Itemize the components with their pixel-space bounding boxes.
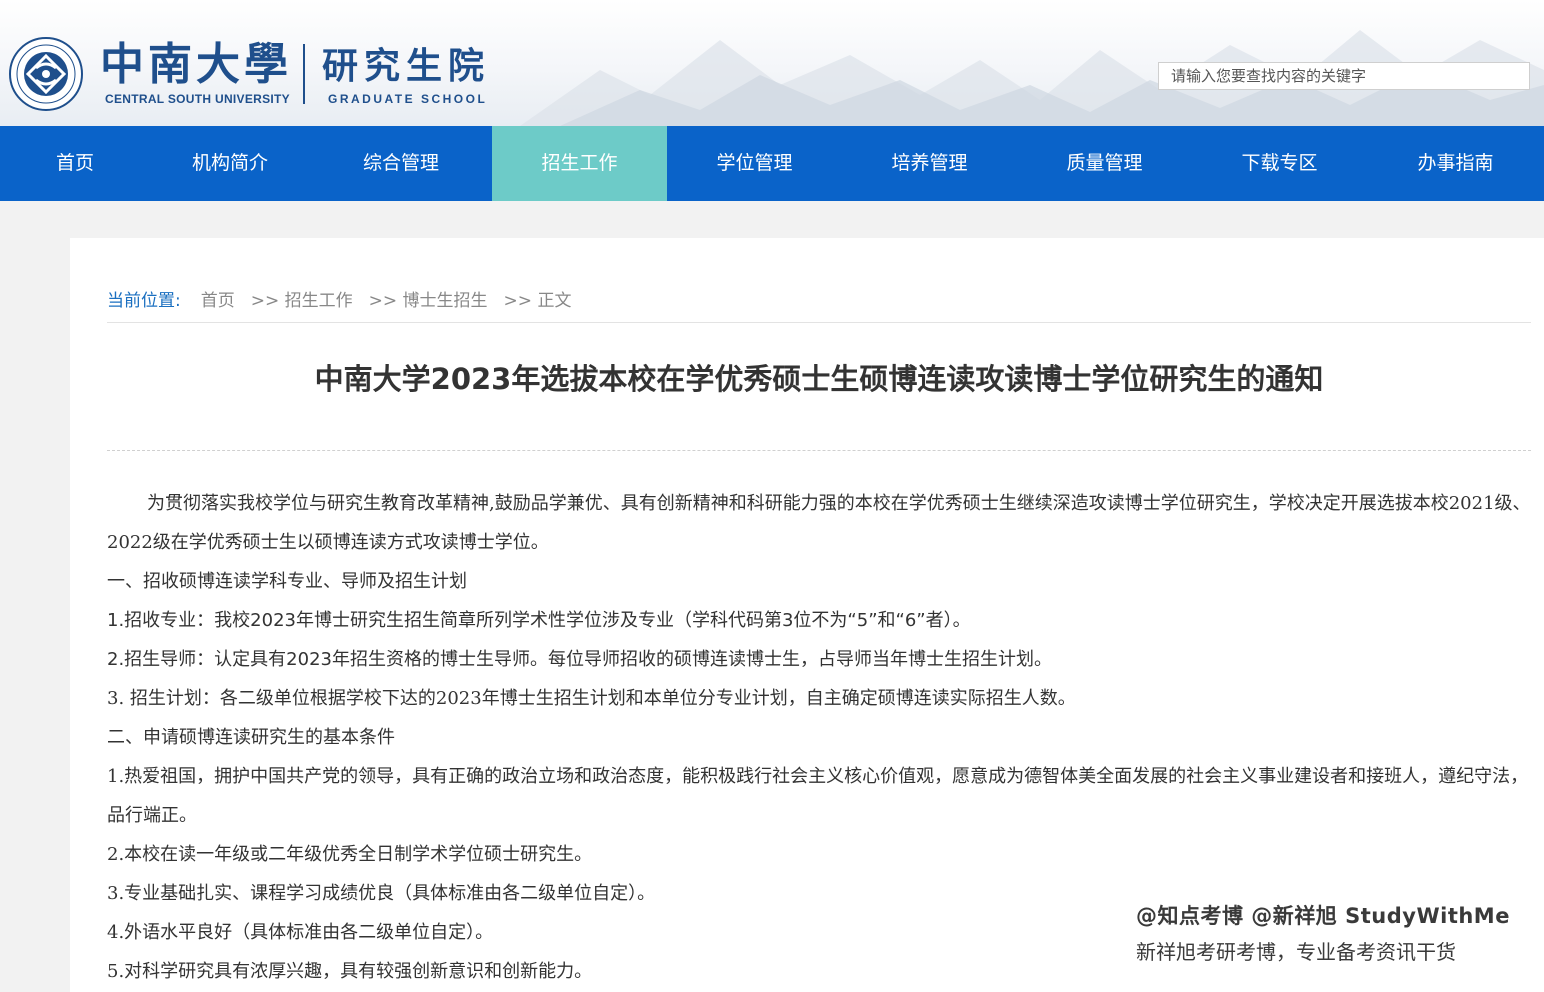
section-heading: 一、招收硕博连读学科专业、导师及招生计划	[107, 571, 467, 592]
breadcrumb: 当前位置: 首页 >> 招生工作 >> 博士生招生 >> 正文	[107, 286, 587, 311]
breadcrumb-divider	[107, 322, 1531, 323]
list-item: 2.本校在读一年级或二年级优秀全日制学术学位硕士研究生。	[107, 844, 593, 865]
list-item: 1.热爱祖国，拥护中国共产党的领导，具有正确的政治立场和政治态度，能积极践行社会…	[107, 766, 1529, 826]
intro-paragraph: 为贯彻落实我校学位与研究生教育改革精神,鼓励品学兼优、具有创新精神和科研能力强的…	[107, 493, 1531, 553]
nav-item-admin[interactable]: 综合管理	[310, 126, 492, 201]
title-divider	[107, 450, 1531, 451]
watermark-handles: @知点考博 @新祥旭 StudyWithMe	[1136, 904, 1510, 928]
site-header: 中南大學 CENTRAL SOUTH UNIVERSITY 研究生院 GRADU…	[0, 0, 1544, 126]
university-name-cn: 中南大學	[100, 39, 292, 90]
list-item: 3. 招生计划：各二级单位根据学校下达的2023年博士生招生计划和本单位分专业计…	[107, 688, 1076, 709]
search-input[interactable]	[1158, 62, 1530, 90]
breadcrumb-phd-admissions[interactable]: >> 博士生招生	[369, 286, 488, 311]
list-item: 1.招收专业：我校2023年博士研究生招生简章所列学术性学位涉及专业（学科代码第…	[107, 610, 971, 631]
nav-item-admissions[interactable]: 招生工作	[492, 126, 667, 201]
nav-item-guide[interactable]: 办事指南	[1367, 126, 1544, 201]
nav-item-home[interactable]: 首页	[0, 126, 150, 201]
school-name-en: GRADUATE SCHOOL	[328, 92, 488, 106]
nav-item-downloads[interactable]: 下载专区	[1192, 126, 1367, 201]
breadcrumb-home[interactable]: 首页	[201, 286, 235, 311]
nav-item-training[interactable]: 培养管理	[842, 126, 1017, 201]
breadcrumb-current: >> 正文	[503, 291, 572, 311]
nav-item-quality[interactable]: 质量管理	[1017, 126, 1192, 201]
brand-divider	[303, 44, 305, 104]
article-panel: 当前位置: 首页 >> 招生工作 >> 博士生招生 >> 正文 中南大学2023…	[70, 238, 1544, 992]
breadcrumb-admissions[interactable]: >> 招生工作	[251, 286, 353, 311]
university-name-en: CENTRAL SOUTH UNIVERSITY	[105, 92, 290, 106]
article-title: 中南大学2023年选拔本校在学优秀硕士生硕博连读攻读博士学位研究生的通知	[314, 362, 1324, 396]
nav-item-about[interactable]: 机构简介	[150, 126, 310, 201]
breadcrumb-label: 当前位置:	[107, 291, 181, 311]
school-name-cn: 研究生院	[322, 46, 491, 87]
nav-item-degree[interactable]: 学位管理	[667, 126, 842, 201]
watermark-tagline: 新祥旭考研考博，专业备考资讯干货	[1136, 940, 1456, 964]
university-emblem-icon[interactable]	[8, 36, 84, 112]
watermark: @知点考博 @新祥旭 StudyWithMe 新祥旭考研考博，专业备考资讯干货	[1136, 900, 1536, 965]
section-heading: 二、申请硕博连读研究生的基本条件	[107, 727, 395, 748]
list-item: 2.招生导师：认定具有2023年招生资格的博士生导师。每位导师招收的硕博连读博士…	[107, 649, 1052, 670]
main-nav: 首页 机构简介 综合管理 招生工作 学位管理 培养管理 质量管理 下载专区 办事…	[0, 126, 1544, 201]
